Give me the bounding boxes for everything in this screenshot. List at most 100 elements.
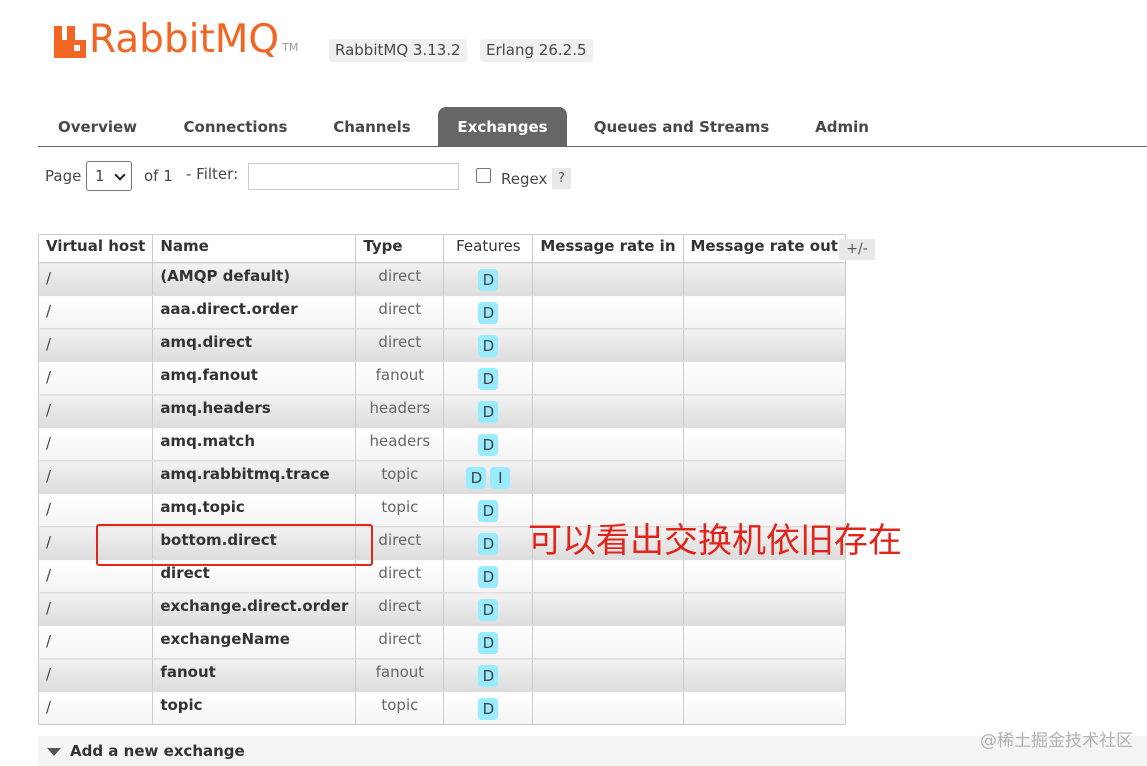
cell-message-rate-out (682, 328, 846, 362)
cell-virtual-host: / (37, 295, 154, 329)
rabbitmq-version-badge: RabbitMQ 3.13.2 (329, 39, 467, 62)
column-header-features: Features (443, 234, 534, 263)
toggle-columns-button[interactable]: +/- (839, 239, 875, 260)
cell-message-rate-in (532, 328, 684, 362)
cell-features: D (443, 427, 534, 461)
table-row: / topic topic D (37, 691, 846, 725)
cell-message-rate-out (682, 625, 846, 659)
tab-exchanges[interactable]: Exchanges (438, 107, 567, 147)
column-header-name: Name (152, 234, 357, 263)
cell-message-rate-in (532, 262, 684, 296)
cell-exchange-name[interactable]: amq.match (152, 427, 357, 461)
cell-virtual-host: / (37, 427, 154, 461)
cell-type: fanout (355, 361, 445, 395)
cell-message-rate-in (532, 592, 684, 626)
cell-virtual-host: / (37, 394, 154, 428)
cell-exchange-name[interactable]: amq.direct (152, 328, 357, 362)
cell-message-rate-out (682, 361, 846, 395)
table-row: / amq.direct direct D (37, 328, 846, 362)
cell-message-rate-in (532, 559, 684, 593)
cell-features: D (443, 295, 534, 329)
page-select-value: 1 (95, 167, 105, 185)
cell-message-rate-out (682, 460, 846, 494)
logo-wordmark: RabbitMQ (89, 17, 280, 62)
cell-message-rate-out (682, 427, 846, 461)
cell-virtual-host: / (37, 592, 154, 626)
exchanges-table: Virtual host Name Type Features Message … (37, 234, 846, 725)
cell-exchange-name[interactable]: amq.fanout (152, 361, 357, 395)
cell-exchange-name[interactable]: amq.rabbitmq.trace (152, 460, 357, 494)
cell-type: fanout (355, 658, 445, 692)
cell-message-rate-out (682, 394, 846, 428)
cell-message-rate-in (532, 625, 684, 659)
page-count-label: of 1 (144, 167, 173, 185)
watermark: @稀土掘金技术社区 (980, 731, 1133, 751)
filter-input[interactable] (248, 163, 459, 190)
cell-exchange-name[interactable]: (AMQP default) (152, 262, 357, 296)
table-row: / aaa.direct.order direct D (37, 295, 846, 329)
logo-trademark: TM (282, 41, 299, 54)
cell-type: direct (355, 328, 445, 362)
cell-exchange-name[interactable]: exchange.direct.order (152, 592, 357, 626)
cell-features: D (443, 361, 534, 395)
durable-badge: D (478, 368, 499, 390)
durable-badge: D (466, 467, 487, 489)
cell-features: D (443, 625, 534, 659)
tab-connections[interactable]: Connections (165, 107, 306, 147)
cell-type: headers (355, 427, 445, 461)
cell-message-rate-in (532, 295, 684, 329)
internal-badge: I (490, 467, 511, 489)
durable-badge: D (478, 500, 499, 522)
cell-exchange-name[interactable]: exchangeName (152, 625, 357, 659)
cell-message-rate-in (532, 361, 684, 395)
tab-queues-and-streams[interactable]: Queues and Streams (576, 107, 787, 147)
cell-exchange-name[interactable]: aaa.direct.order (152, 295, 357, 329)
table-row: / fanout fanout D (37, 658, 846, 692)
durable-badge: D (478, 269, 499, 291)
cell-features: D (443, 328, 534, 362)
cell-exchange-name[interactable]: amq.headers (152, 394, 357, 428)
cell-type: direct (355, 295, 445, 329)
paging-filter-bar: Page 1 of 1 - Filter: Regex ? (45, 161, 605, 192)
column-header-message-rate-out: Message rate out (682, 234, 846, 263)
cell-type: direct (355, 592, 445, 626)
cell-exchange-name[interactable]: amq.topic (152, 493, 357, 527)
table-row: / amq.match headers D (37, 427, 846, 461)
cell-type: topic (355, 691, 445, 725)
filter-label: - Filter: (186, 165, 239, 183)
cell-features: D (443, 691, 534, 725)
table-row: / exchange.direct.order direct D (37, 592, 846, 626)
rabbitmq-logo[interactable]: RabbitMQ TM (52, 16, 298, 60)
cell-exchange-name[interactable]: topic (152, 691, 357, 725)
annotation-highlight-box (96, 524, 373, 566)
cell-type: topic (355, 493, 445, 527)
cell-features: D (443, 559, 534, 593)
cell-message-rate-in (532, 658, 684, 692)
cell-features: D (443, 394, 534, 428)
table-row: / amq.rabbitmq.trace topic D I (37, 460, 846, 494)
cell-virtual-host: / (37, 625, 154, 659)
cell-type: direct (355, 262, 445, 296)
expand-arrow-icon (47, 748, 61, 756)
tab-overview[interactable]: Overview (38, 107, 157, 147)
durable-badge: D (478, 302, 499, 324)
cell-type: topic (355, 460, 445, 494)
column-header-virtual-host: Virtual host (37, 234, 154, 263)
cell-virtual-host: / (37, 328, 154, 362)
cell-virtual-host: / (37, 658, 154, 692)
tab-channels[interactable]: Channels (315, 107, 429, 147)
add-exchange-label: Add a new exchange (70, 742, 245, 760)
regex-checkbox[interactable] (476, 168, 491, 183)
table-header-row: Virtual host Name Type Features Message … (37, 234, 846, 263)
column-header-message-rate-in: Message rate in (532, 234, 684, 263)
regex-help-button[interactable]: ? (552, 168, 571, 189)
tab-admin[interactable]: Admin (797, 107, 887, 147)
durable-badge: D (478, 566, 499, 588)
cell-message-rate-in (532, 691, 684, 725)
cell-exchange-name[interactable]: fanout (152, 658, 357, 692)
erlang-version-badge: Erlang 26.2.5 (480, 39, 593, 62)
cell-message-rate-out (682, 262, 846, 296)
cell-message-rate-out (682, 592, 846, 626)
page-select[interactable]: 1 (86, 161, 132, 191)
chevron-down-icon (114, 169, 126, 181)
